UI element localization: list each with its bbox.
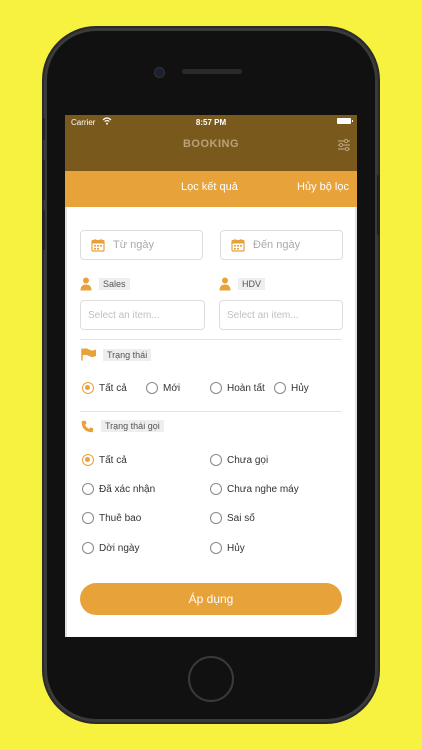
to-date-field[interactable]: Đến ngày: [220, 230, 343, 260]
status-radio-completed[interactable]: [210, 382, 222, 394]
status-bar: Carrier 8:57 PM: [65, 115, 357, 129]
call-option-label: Chưa nghe máy: [227, 484, 299, 495]
clock: 8:57 PM: [195, 118, 227, 127]
call-radio-cancelled[interactable]: [210, 542, 222, 554]
status-option-label: Mới: [163, 383, 181, 394]
divider: [80, 411, 342, 412]
call-option-label: Tất cả: [99, 455, 127, 466]
clear-filter-button[interactable]: Hủy bộ lọc: [297, 181, 349, 193]
battery-icon: [337, 118, 353, 124]
call-option-label: Đã xác nhận: [99, 484, 156, 495]
call-radio-confirmed[interactable]: [82, 483, 94, 495]
divider: [80, 339, 342, 340]
status-option-label: Tất cả: [99, 383, 127, 394]
home-button[interactable]: [188, 656, 234, 702]
calendar-icon: [91, 239, 105, 252]
call-option-label: Thuê bao: [99, 513, 142, 524]
from-date-field[interactable]: Từ ngày: [80, 230, 203, 260]
call-option-label: Sai số: [227, 513, 255, 524]
call-option-label: Chưa gọi: [227, 455, 269, 466]
volume-up-button: [42, 160, 45, 200]
person-icon: [219, 277, 231, 291]
calendar-icon: [231, 239, 245, 252]
call-radio-no-answer[interactable]: [210, 483, 222, 495]
phone-icon: [81, 420, 94, 433]
status-option-label: Hoàn tất: [227, 383, 265, 394]
status-option-label: Hủy: [291, 383, 309, 394]
status-label: Trạng thái: [103, 349, 152, 361]
filter-sliders-icon[interactable]: [337, 138, 351, 152]
hdv-label: HDV: [238, 278, 266, 290]
person-icon: [80, 277, 92, 291]
side-button: [42, 118, 45, 140]
volume-down-button: [42, 210, 45, 250]
from-date-placeholder: Từ ngày: [113, 239, 154, 251]
call-option-label: Dời ngày: [99, 543, 140, 554]
flag-icon: [81, 348, 96, 361]
hdv-select[interactable]: Select an item...: [219, 300, 343, 330]
call-status-label: Trạng thái gọi: [101, 420, 164, 432]
to-date-placeholder: Đến ngày: [253, 239, 301, 251]
call-radio-subscriber[interactable]: [82, 512, 94, 524]
apply-button[interactable]: Áp dụng: [80, 583, 342, 615]
sales-label: Sales: [99, 278, 130, 290]
tab-filter-results[interactable]: Lọc kết quả: [181, 181, 238, 193]
status-radio-cancelled[interactable]: [274, 382, 286, 394]
screen: Carrier 8:57 PM BOOKING Lọc kết quả Hủy …: [65, 115, 357, 637]
power-button: [377, 175, 380, 235]
sales-select[interactable]: Select an item...: [80, 300, 205, 330]
status-radio-all[interactable]: [82, 382, 94, 394]
call-radio-not-called[interactable]: [210, 454, 222, 466]
call-radio-wrong-number[interactable]: [210, 512, 222, 524]
page-title: BOOKING: [182, 138, 240, 150]
camera: [154, 67, 165, 78]
filter-header: Lọc kết quả Hủy bộ lọc: [65, 171, 357, 207]
navbar: Carrier 8:57 PM BOOKING: [65, 115, 357, 171]
hdv-select-placeholder: Select an item...: [227, 310, 299, 321]
sales-select-placeholder: Select an item...: [88, 310, 160, 321]
status-radio-new[interactable]: [146, 382, 158, 394]
call-radio-all[interactable]: [82, 454, 94, 466]
call-option-label: Hủy: [227, 543, 245, 554]
filter-panel: Từ ngày Đến ngày Sales HDV Select an ite…: [67, 207, 355, 637]
call-radio-rescheduled[interactable]: [82, 542, 94, 554]
speaker: [182, 69, 242, 74]
